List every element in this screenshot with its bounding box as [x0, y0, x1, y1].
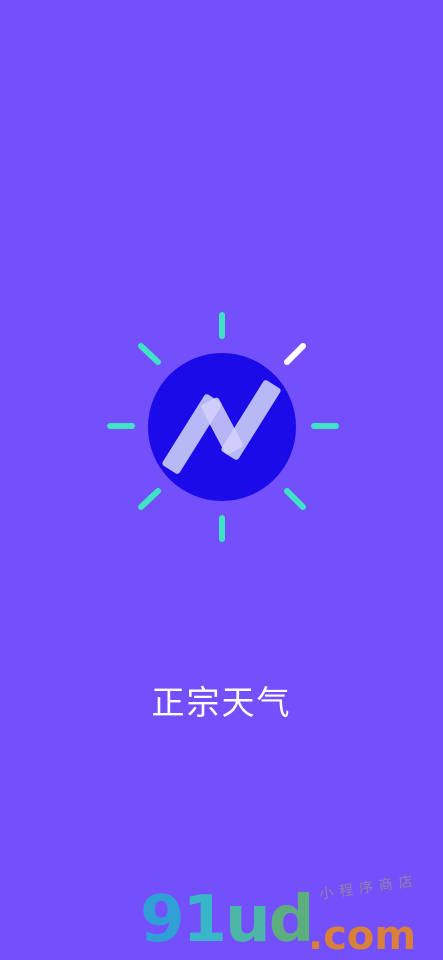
sun-logo-icon: [107, 312, 339, 542]
ray-top-right: [284, 343, 306, 365]
ray-top-left: [138, 343, 161, 365]
splash-screen: 正宗天气 91ud .com 小程序商店: [0, 0, 443, 960]
ray-bottom-right: [284, 488, 306, 510]
app-title: 正宗天气: [151, 683, 292, 722]
ray-bottom-left: [138, 488, 161, 510]
watermark-subtitle: 小程序商店: [318, 873, 420, 903]
watermark-logo: 91ud .com 小程序商店: [140, 873, 440, 960]
watermark-domain: .com: [308, 913, 417, 959]
watermark-brand: 91ud: [140, 883, 314, 957]
